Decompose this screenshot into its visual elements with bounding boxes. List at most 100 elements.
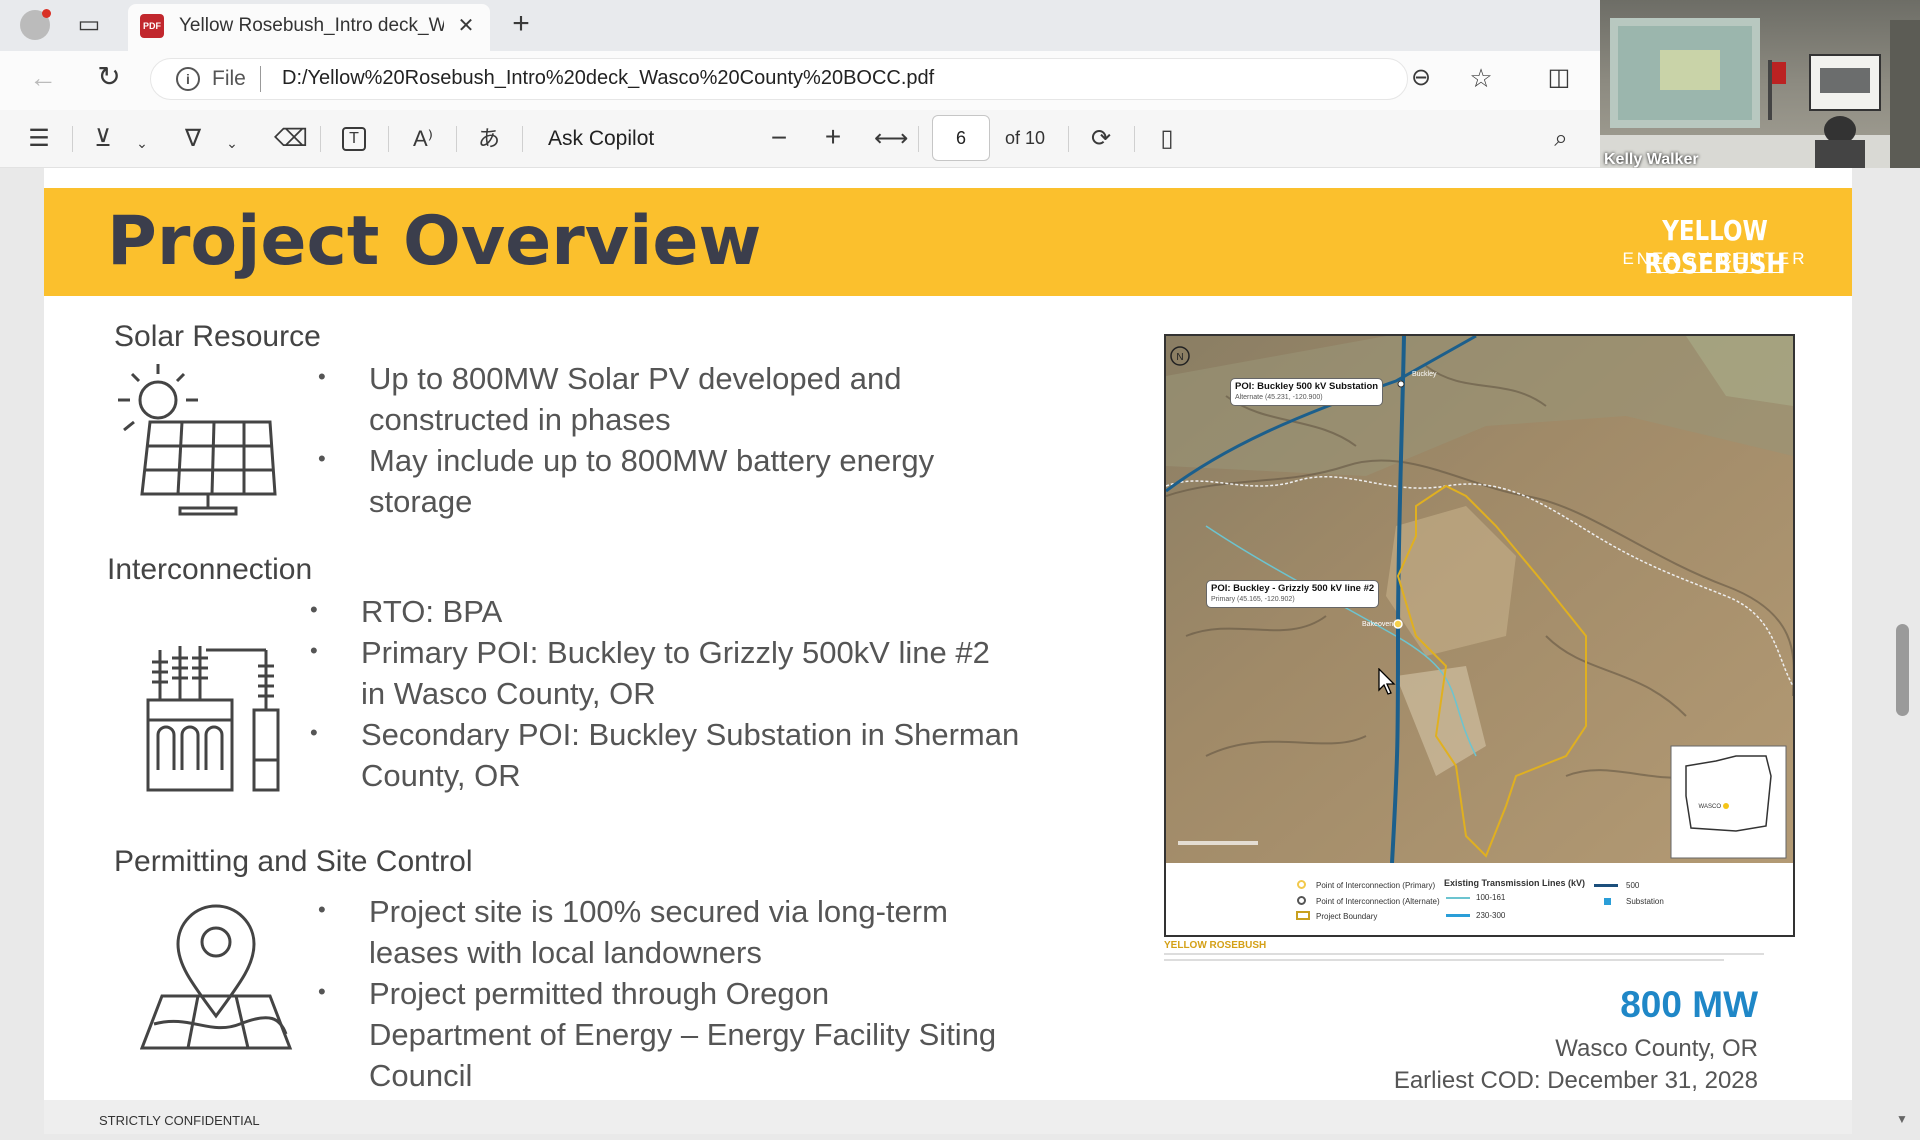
- interconnection-bullet-1: RTO: BPA: [361, 594, 503, 629]
- translate-icon[interactable]: あ: [474, 127, 504, 151]
- callout-sub: Primary (45.165, -120.902): [1211, 596, 1295, 603]
- interconnection-bullet-3: Secondary POI: Buckley Substation in She…: [361, 717, 1020, 752]
- interconnection-bullet-2b: in Wasco County, OR: [361, 676, 656, 711]
- page-total: of 10: [1005, 128, 1046, 148]
- legend-item: Point of Interconnection (Alternate): [1316, 897, 1440, 906]
- callout-title: POI: Buckley - Grizzly 500 kV line #2: [1211, 583, 1375, 594]
- workspaces-icon[interactable]: ▭: [76, 13, 102, 37]
- solar-bullet-2b: storage: [369, 484, 473, 519]
- logo-wordmark: YELLOW ROSEBUSH: [1644, 214, 1786, 280]
- bullet: •: [310, 720, 318, 745]
- permitting-bullet-2: Project permitted through Oregon: [369, 976, 830, 1011]
- bullet: •: [310, 638, 318, 663]
- interconnection-bullet-3b: County, OR: [361, 758, 521, 793]
- interconnection-heading: Interconnection: [107, 553, 313, 586]
- page-view-icon[interactable]: ▯: [1152, 127, 1182, 151]
- divider: [388, 126, 389, 152]
- bullet: •: [318, 446, 326, 471]
- substation-swatch: [1604, 898, 1611, 905]
- legend-item: 100-161: [1476, 893, 1506, 902]
- bullet: •: [318, 364, 326, 389]
- permitting-heading: Permitting and Site Control: [114, 845, 473, 878]
- solar-bullet-1b: constructed in phases: [369, 402, 671, 437]
- url-text[interactable]: D:/Yellow%20Rosebush_Intro%20deck_Wasco%…: [282, 67, 934, 90]
- confidential-label: STRICTLY CONFIDENTIAL: [99, 1113, 260, 1128]
- highlight-icon[interactable]: ⊻: [90, 127, 116, 151]
- cod-text: Earliest COD: December 31, 2028: [1393, 1067, 1758, 1094]
- county-text: Wasco County, OR: [1555, 1035, 1758, 1062]
- read-aloud-icon[interactable]: A⁾: [408, 127, 438, 151]
- permitting-bullet-2b: Department of Energy – Energy Facility S…: [369, 1017, 997, 1052]
- favorite-star-icon[interactable]: ☆: [1466, 65, 1496, 91]
- legend-item: 230-300: [1476, 911, 1506, 920]
- file-label: File: [212, 67, 246, 90]
- line-swatch: [1594, 884, 1618, 887]
- participant-name: Kelly Walker: [1604, 151, 1699, 168]
- zoom-out-button[interactable]: −: [766, 124, 792, 152]
- capacity-value: 800 MW: [1620, 984, 1758, 1025]
- divider: [320, 126, 321, 152]
- svg-text:N: N: [1176, 352, 1183, 363]
- callout-sub: Alternate (45.231, -120.900): [1235, 394, 1323, 401]
- notification-dot: [42, 9, 51, 18]
- legend-item: Point of Interconnection (Primary): [1316, 881, 1436, 890]
- scroll-down-icon[interactable]: ▼: [1894, 1107, 1910, 1131]
- divider: [72, 126, 73, 152]
- interconnection-bullet-2: Primary POI: Buckley to Grizzly 500kV li…: [361, 635, 990, 670]
- tab-title: Yellow Rosebush_Intro deck_Wasc: [179, 15, 444, 36]
- eraser-icon[interactable]: ⌫: [274, 127, 308, 151]
- callout-title: POI: Buckley 500 kV Substation: [1235, 381, 1379, 392]
- poi-primary-icon: [1297, 880, 1306, 889]
- legend-item: Substation: [1626, 897, 1664, 906]
- scrollbar-thumb[interactable]: [1896, 624, 1909, 716]
- rotate-icon[interactable]: ⟳: [1086, 127, 1116, 151]
- new-tab-icon[interactable]: +: [508, 9, 534, 39]
- divider: [456, 126, 457, 152]
- slide-title: Project Overview: [107, 202, 762, 281]
- slide-footer: [44, 1100, 1852, 1134]
- fit-width-icon[interactable]: ⟷: [874, 127, 908, 151]
- place-label: Bakeoven: [1362, 621, 1393, 628]
- search-icon[interactable]: ⌕: [1546, 127, 1576, 151]
- permitting-bullet-1b: leases with local landowners: [369, 935, 762, 970]
- chevron-down-icon[interactable]: ⌄: [224, 131, 240, 155]
- split-screen-icon[interactable]: ◫: [1544, 66, 1574, 90]
- text-box-icon[interactable]: T: [342, 127, 366, 151]
- solar-heading: Solar Resource: [114, 320, 321, 353]
- ask-copilot-button[interactable]: Ask Copilot: [548, 127, 654, 151]
- refresh-icon[interactable]: ↻: [94, 63, 124, 91]
- inset-label: WASCO: [1699, 804, 1722, 810]
- solar-panel-icon: [118, 364, 277, 516]
- chevron-down-icon[interactable]: ⌄: [134, 131, 150, 155]
- fine-print: [1164, 953, 1764, 955]
- fine-print: [1164, 959, 1724, 961]
- transformer-icon: [146, 646, 280, 792]
- zoom-in-button[interactable]: +: [820, 123, 846, 151]
- page-number-input[interactable]: 6: [932, 115, 990, 161]
- mouse-cursor-icon: [1378, 668, 1396, 695]
- divider: [1068, 126, 1069, 152]
- zoom-out-icon[interactable]: ⊖: [1406, 66, 1436, 90]
- divider: [260, 66, 261, 92]
- permitting-bullet-2c: Council: [369, 1058, 473, 1093]
- bullet: •: [318, 897, 326, 922]
- location-pin-map-icon: [140, 904, 293, 1050]
- pdf-toolbar: [0, 110, 1600, 168]
- logo-subtitle: ENERGY CENTER: [1622, 249, 1808, 268]
- poi-alternate-icon: [1297, 896, 1306, 905]
- legend-item: Project Boundary: [1316, 912, 1378, 921]
- back-icon[interactable]: ←: [28, 64, 58, 92]
- line-swatch: [1446, 914, 1470, 917]
- map-caption: YELLOW ROSEBUSH: [1164, 940, 1267, 951]
- divider: [1134, 126, 1135, 152]
- info-icon[interactable]: i: [176, 67, 200, 91]
- pdf-icon: PDF: [140, 14, 164, 38]
- draw-icon[interactable]: ∇: [180, 127, 206, 151]
- solar-bullet-1: Up to 800MW Solar PV developed and: [369, 361, 902, 396]
- close-tab-icon[interactable]: ✕: [454, 14, 478, 38]
- logo-divider: [1650, 272, 1780, 273]
- permitting-bullet-1: Project site is 100% secured via long-te…: [369, 894, 948, 929]
- contents-icon[interactable]: ☰: [26, 127, 52, 151]
- legend-heading: Existing Transmission Lines (kV): [1444, 878, 1586, 888]
- line-swatch: [1446, 897, 1470, 899]
